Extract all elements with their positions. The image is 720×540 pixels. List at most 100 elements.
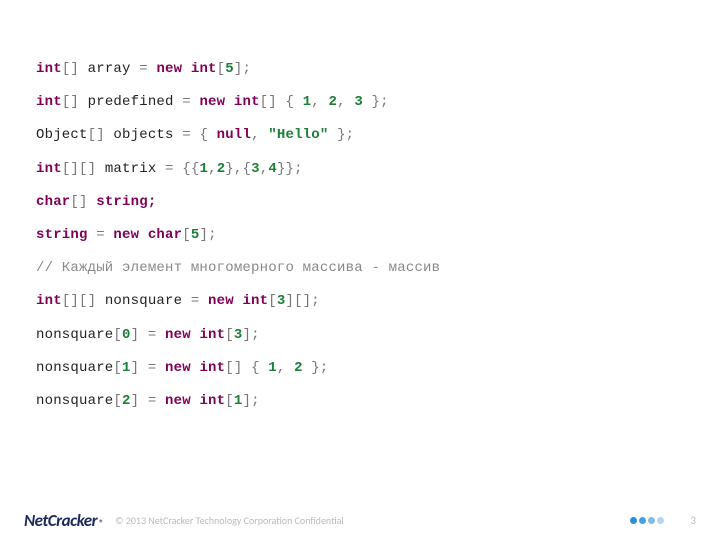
identifier: nonsquare	[36, 327, 113, 343]
bracket-close: ];	[234, 61, 251, 77]
brackets: [][]	[62, 293, 105, 309]
brace-close: };	[328, 127, 354, 143]
identifier: nonsquare	[105, 293, 191, 309]
identifier: nonsquare	[36, 360, 113, 376]
registered-icon: ®	[99, 518, 103, 529]
brackets: []	[62, 61, 88, 77]
logo: NetCracker®	[24, 510, 103, 531]
identifier: array	[88, 61, 140, 77]
dot-icon	[639, 517, 646, 524]
code-line: // Каждый элемент многомерного массива -…	[36, 259, 684, 277]
operator: =	[139, 61, 148, 77]
brackets: []	[88, 127, 114, 143]
number: 3	[251, 161, 260, 177]
identifier-string: string	[36, 227, 96, 243]
brace-open: [] {	[260, 94, 303, 110]
operator: =	[182, 127, 191, 143]
keyword-new-int: new int	[191, 94, 260, 110]
number: 5	[225, 61, 234, 77]
identifier: objects	[113, 127, 182, 143]
code-line: int[] array = new int[5];	[36, 60, 684, 78]
keyword-new-int: new int	[156, 360, 225, 376]
keyword-int: int	[36, 161, 62, 177]
keyword-int: int	[36, 94, 62, 110]
logo-text-cracker: Cracker	[48, 510, 97, 531]
operator: =	[96, 227, 105, 243]
bracket-close: ][];	[285, 293, 319, 309]
number: 1	[199, 161, 208, 177]
brace-close: }};	[277, 161, 303, 177]
code-block: int[] array = new int[5]; int[] predefin…	[36, 60, 684, 425]
type-object: Object	[36, 127, 88, 143]
dots-icon	[630, 517, 664, 524]
dot-icon	[648, 517, 655, 524]
bracket-open: [	[225, 393, 234, 409]
bracket-open: [	[113, 393, 122, 409]
keyword-int: int	[36, 61, 62, 77]
copyright-text: © 2013 NetCracker Technology Corporation…	[115, 514, 344, 527]
comment: // Каждый элемент многомерного массива -…	[36, 260, 440, 276]
bracket-close: ]	[131, 360, 148, 376]
brace-close: };	[363, 94, 389, 110]
number: 2	[122, 393, 131, 409]
dot-icon	[657, 517, 664, 524]
bracket-open: [	[225, 327, 234, 343]
dot-icon	[630, 517, 637, 524]
code-line: string = new char[5];	[36, 226, 684, 244]
number: 1	[303, 94, 312, 110]
bracket-close: ]	[131, 393, 148, 409]
comma: ,	[337, 94, 354, 110]
operator: =	[182, 94, 191, 110]
code-line: int[][] nonsquare = new int[3][];	[36, 292, 684, 310]
page-number: 3	[682, 514, 696, 527]
number: 2	[329, 94, 338, 110]
brace-open: {{	[174, 161, 200, 177]
logo-text-net: Net	[24, 510, 48, 531]
identifier-string: string;	[96, 194, 156, 210]
keyword-new-int: new int	[148, 61, 217, 77]
bracket-open: [	[217, 61, 226, 77]
keyword-new-int: new int	[156, 393, 225, 409]
comma: ,	[251, 127, 268, 143]
code-line: int[][] matrix = {{1,2},{3,4}};	[36, 160, 684, 178]
keyword-int: int	[36, 293, 62, 309]
comma: ,	[311, 94, 328, 110]
bracket-close: ];	[242, 393, 259, 409]
identifier: predefined	[88, 94, 183, 110]
slide: int[] array = new int[5]; int[] predefin…	[0, 0, 720, 540]
keyword-new-int: new int	[156, 327, 225, 343]
brace-mid: },{	[225, 161, 251, 177]
brace-open: {	[191, 127, 217, 143]
number: 2	[217, 161, 226, 177]
number: 4	[268, 161, 277, 177]
code-line: nonsquare[0] = new int[3];	[36, 326, 684, 344]
brace-open: [] {	[225, 360, 268, 376]
brackets: [][]	[62, 161, 105, 177]
identifier: nonsquare	[36, 393, 113, 409]
footer: NetCracker® © 2013 NetCracker Technology…	[0, 500, 720, 540]
brace-close: };	[303, 360, 329, 376]
number: 0	[122, 327, 131, 343]
bracket-open: [	[113, 360, 122, 376]
bracket-close: ];	[199, 227, 216, 243]
number: 1	[268, 360, 277, 376]
number: 1	[122, 360, 131, 376]
keyword-new-char: new char	[105, 227, 182, 243]
code-line: char[] string;	[36, 193, 684, 211]
identifier: matrix	[105, 161, 165, 177]
code-line: nonsquare[1] = new int[] { 1, 2 };	[36, 359, 684, 377]
code-line: Object[] objects = { null, "Hello" };	[36, 126, 684, 144]
bracket-close: ]	[131, 327, 148, 343]
code-line: int[] predefined = new int[] { 1, 2, 3 }…	[36, 93, 684, 111]
code-line: nonsquare[2] = new int[1];	[36, 392, 684, 410]
keyword-null: null	[217, 127, 251, 143]
bracket-close: ];	[242, 327, 259, 343]
comma: ,	[208, 161, 217, 177]
bracket-open: [	[268, 293, 277, 309]
keyword-new-int: new int	[199, 293, 268, 309]
number: 3	[354, 94, 363, 110]
keyword-char: char	[36, 194, 70, 210]
brackets: []	[70, 194, 96, 210]
bracket-open: [	[113, 327, 122, 343]
operator: =	[165, 161, 174, 177]
